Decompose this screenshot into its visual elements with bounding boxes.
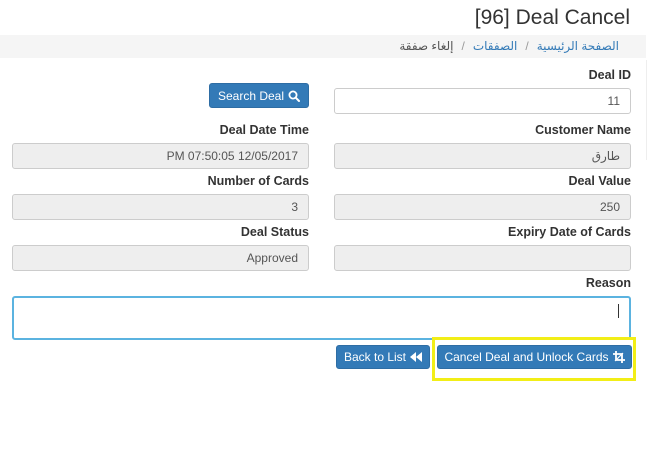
- search-deal-label: Search Deal: [217, 88, 285, 103]
- reason-label: Reason: [585, 276, 631, 290]
- deal-id-label: Deal ID: [588, 68, 631, 82]
- back-to-list-button[interactable]: Back to List: [336, 345, 430, 369]
- page-title: [96] Deal Cancel: [474, 6, 630, 29]
- search-icon: [288, 90, 301, 102]
- breadcrumb-current: إلغاء صفقة: [399, 39, 454, 53]
- text-caret: [618, 304, 619, 318]
- search-deal-button[interactable]: Search Deal: [209, 83, 309, 108]
- customer-name-field: طارق: [334, 143, 631, 169]
- deal-date-time-field: PM 07:50:05 12/05/2017: [12, 143, 309, 169]
- deal-id-input[interactable]: 11: [334, 88, 631, 114]
- number-of-cards-label: Number of Cards: [207, 174, 309, 188]
- breadcrumb: الصفحة الرئيسية / الصفقات / إلغاء صفقة: [399, 39, 619, 53]
- deal-value-label: Deal Value: [568, 174, 631, 188]
- deal-status-field: Approved: [12, 245, 309, 271]
- breadcrumb-separator: /: [461, 39, 465, 53]
- expiry-date-of-cards-field: [334, 245, 631, 271]
- back-to-list-label: Back to List: [343, 350, 407, 364]
- reason-textarea[interactable]: [12, 296, 631, 340]
- breadcrumb-bar: الصفحة الرئيسية / الصفقات / إلغاء صفقة: [0, 35, 646, 58]
- deal-status-label: Deal Status: [240, 225, 309, 239]
- customer-name-label: Customer Name: [535, 123, 631, 137]
- divider: [646, 60, 647, 160]
- highlight-box: [432, 337, 636, 381]
- deal-date-time-label: Deal Date Time: [219, 123, 309, 137]
- breadcrumb-deals-link[interactable]: الصفقات: [473, 39, 518, 53]
- number-of-cards-field: 3: [12, 194, 309, 220]
- deal-value-field: 250: [334, 194, 631, 220]
- expiry-date-of-cards-label: Expiry Date of Cards: [508, 225, 631, 239]
- backward-icon: [410, 352, 423, 362]
- breadcrumb-home-link[interactable]: الصفحة الرئيسية: [537, 39, 619, 53]
- breadcrumb-separator: /: [525, 39, 529, 53]
